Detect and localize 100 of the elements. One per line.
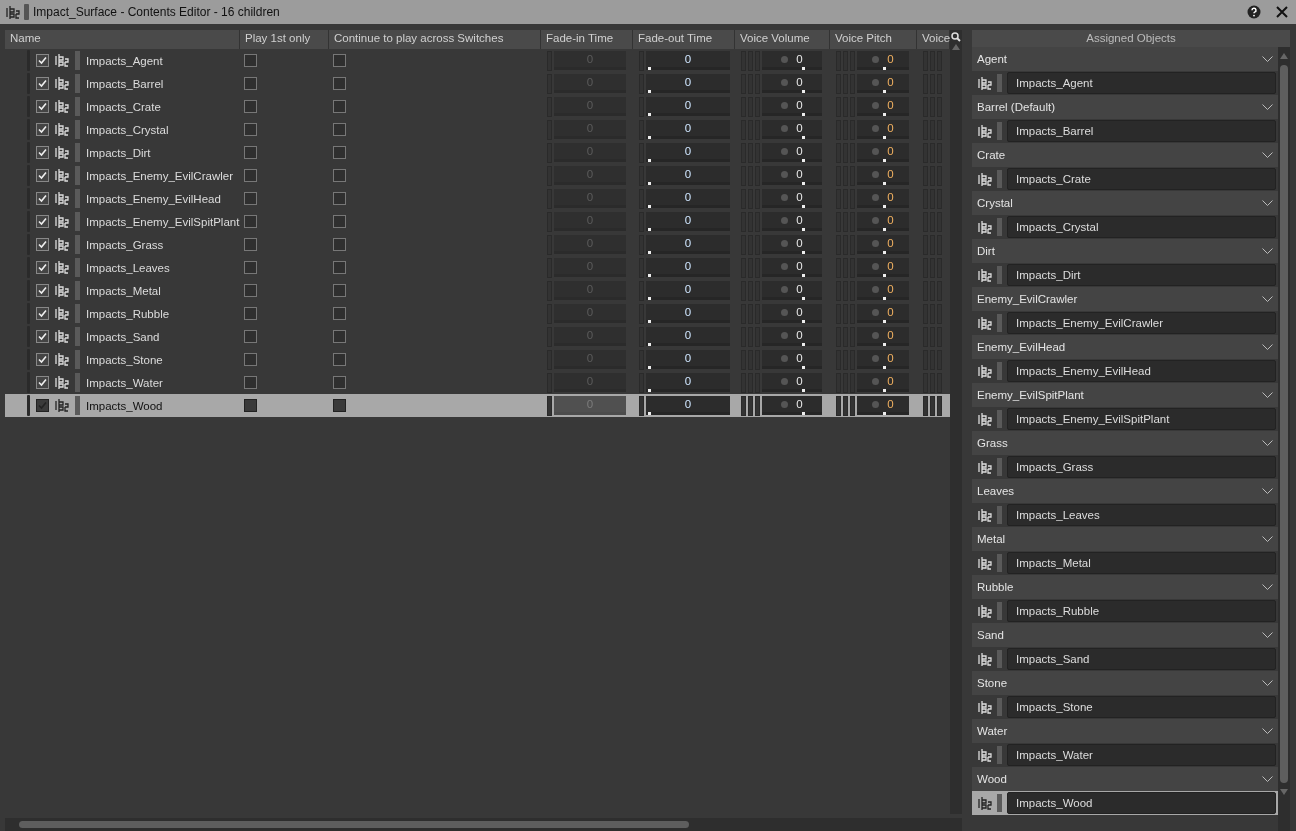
- assigned-object-row[interactable]: Impacts_Sand: [972, 647, 1278, 671]
- slider-marker[interactable]: [648, 90, 651, 93]
- object-field[interactable]: Impacts_Water: [1007, 744, 1276, 766]
- checkbox[interactable]: [333, 399, 346, 412]
- number-field[interactable]: 0: [857, 97, 909, 116]
- column-header[interactable]: Name: [5, 30, 240, 49]
- assigned-object-row[interactable]: Impacts_Metal: [972, 551, 1278, 575]
- slider-marker[interactable]: [802, 205, 805, 208]
- group-header[interactable]: Enemy_EvilCrawler: [972, 287, 1278, 311]
- assigned-object-row[interactable]: Impacts_Wood: [972, 791, 1278, 815]
- slider-marker[interactable]: [802, 67, 805, 70]
- group-header[interactable]: Sand: [972, 623, 1278, 647]
- slider-marker[interactable]: [648, 113, 651, 116]
- assigned-object-row[interactable]: Impacts_Crate: [972, 167, 1278, 191]
- scroll-up-icon[interactable]: [1280, 53, 1288, 59]
- slider-marker[interactable]: [648, 182, 651, 185]
- assigned-object-row[interactable]: Impacts_Enemy_EvilCrawler: [972, 311, 1278, 335]
- slider-marker[interactable]: [883, 297, 886, 300]
- column-header[interactable]: Fade-out Time: [633, 30, 735, 49]
- scrollbar-thumb[interactable]: [1280, 65, 1288, 783]
- slider-marker[interactable]: [802, 366, 805, 369]
- number-field[interactable]: 0: [646, 51, 730, 70]
- slider-marker[interactable]: [883, 412, 886, 415]
- slider-marker[interactable]: [648, 343, 651, 346]
- help-button[interactable]: [1246, 4, 1262, 20]
- number-field[interactable]: 0: [857, 189, 909, 208]
- assigned-object-row[interactable]: Impacts_Enemy_EvilSpitPlant: [972, 407, 1278, 431]
- number-field[interactable]: 0: [762, 51, 822, 70]
- column-header[interactable]: Continue to play across Switches: [329, 30, 541, 49]
- number-field[interactable]: 0: [762, 166, 822, 185]
- slider-marker[interactable]: [883, 389, 886, 392]
- assigned-object-row[interactable]: Impacts_Barrel: [972, 119, 1278, 143]
- enable-checkbox[interactable]: [36, 330, 49, 343]
- object-field[interactable]: Impacts_Leaves: [1007, 504, 1276, 526]
- number-field[interactable]: 0: [762, 189, 822, 208]
- search-icon[interactable]: [951, 32, 961, 42]
- checkbox[interactable]: [333, 330, 346, 343]
- slider-marker[interactable]: [883, 67, 886, 70]
- column-header[interactable]: Voice Volume: [735, 30, 830, 49]
- enable-checkbox[interactable]: [36, 77, 49, 90]
- group-header[interactable]: Enemy_EvilSpitPlant: [972, 383, 1278, 407]
- number-field[interactable]: 0: [762, 97, 822, 116]
- checkbox[interactable]: [244, 192, 257, 205]
- slider-marker[interactable]: [802, 182, 805, 185]
- number-field[interactable]: 0: [762, 281, 822, 300]
- checkbox[interactable]: [244, 330, 257, 343]
- number-field[interactable]: 0: [762, 143, 822, 162]
- number-field[interactable]: 0: [646, 304, 730, 323]
- slider-marker[interactable]: [802, 136, 805, 139]
- checkbox[interactable]: [333, 307, 346, 320]
- enable-checkbox[interactable]: [36, 353, 49, 366]
- checkbox[interactable]: [244, 146, 257, 159]
- group-header[interactable]: Agent: [972, 47, 1278, 71]
- number-field[interactable]: 0: [857, 235, 909, 254]
- slider-marker[interactable]: [648, 136, 651, 139]
- object-field[interactable]: Impacts_Enemy_EvilCrawler: [1007, 312, 1276, 334]
- object-field[interactable]: Impacts_Agent: [1007, 72, 1276, 94]
- enable-checkbox[interactable]: [36, 146, 49, 159]
- assigned-object-row[interactable]: Impacts_Crystal: [972, 215, 1278, 239]
- slider-marker[interactable]: [883, 274, 886, 277]
- number-field[interactable]: 0: [857, 166, 909, 185]
- slider-marker[interactable]: [802, 389, 805, 392]
- vertical-scrollbar[interactable]: [1278, 47, 1290, 831]
- scroll-up-icon[interactable]: [952, 44, 960, 50]
- number-field[interactable]: 0: [857, 120, 909, 139]
- slider-marker[interactable]: [883, 113, 886, 116]
- scrollbar-thumb[interactable]: [19, 821, 689, 828]
- number-field[interactable]: 0: [762, 304, 822, 323]
- enable-checkbox[interactable]: [36, 192, 49, 205]
- slider-marker[interactable]: [802, 228, 805, 231]
- checkbox[interactable]: [333, 100, 346, 113]
- object-field[interactable]: Impacts_Metal: [1007, 552, 1276, 574]
- checkbox[interactable]: [333, 123, 346, 136]
- group-header[interactable]: Rubble: [972, 575, 1278, 599]
- checkbox[interactable]: [333, 238, 346, 251]
- number-field[interactable]: 0: [857, 281, 909, 300]
- number-field[interactable]: 0: [646, 120, 730, 139]
- checkbox[interactable]: [244, 77, 257, 90]
- group-header[interactable]: Metal: [972, 527, 1278, 551]
- enable-checkbox[interactable]: [36, 284, 49, 297]
- slider-marker[interactable]: [802, 113, 805, 116]
- assigned-object-row[interactable]: Impacts_Grass: [972, 455, 1278, 479]
- slider-marker[interactable]: [648, 228, 651, 231]
- checkbox[interactable]: [333, 54, 346, 67]
- number-field[interactable]: 0: [762, 350, 822, 369]
- number-field[interactable]: 0: [646, 258, 730, 277]
- checkbox[interactable]: [244, 376, 257, 389]
- slider-marker[interactable]: [883, 136, 886, 139]
- number-field[interactable]: 0: [762, 74, 822, 93]
- slider-marker[interactable]: [648, 159, 651, 162]
- checkbox[interactable]: [244, 54, 257, 67]
- number-field[interactable]: 0: [646, 166, 730, 185]
- group-header[interactable]: Grass: [972, 431, 1278, 455]
- column-header[interactable]: Play 1st only: [240, 30, 329, 49]
- number-field[interactable]: 0: [857, 51, 909, 70]
- number-field[interactable]: 0: [646, 189, 730, 208]
- slider-marker[interactable]: [648, 205, 651, 208]
- slider-marker[interactable]: [648, 274, 651, 277]
- number-field[interactable]: 0: [762, 212, 822, 231]
- number-field[interactable]: 0: [646, 143, 730, 162]
